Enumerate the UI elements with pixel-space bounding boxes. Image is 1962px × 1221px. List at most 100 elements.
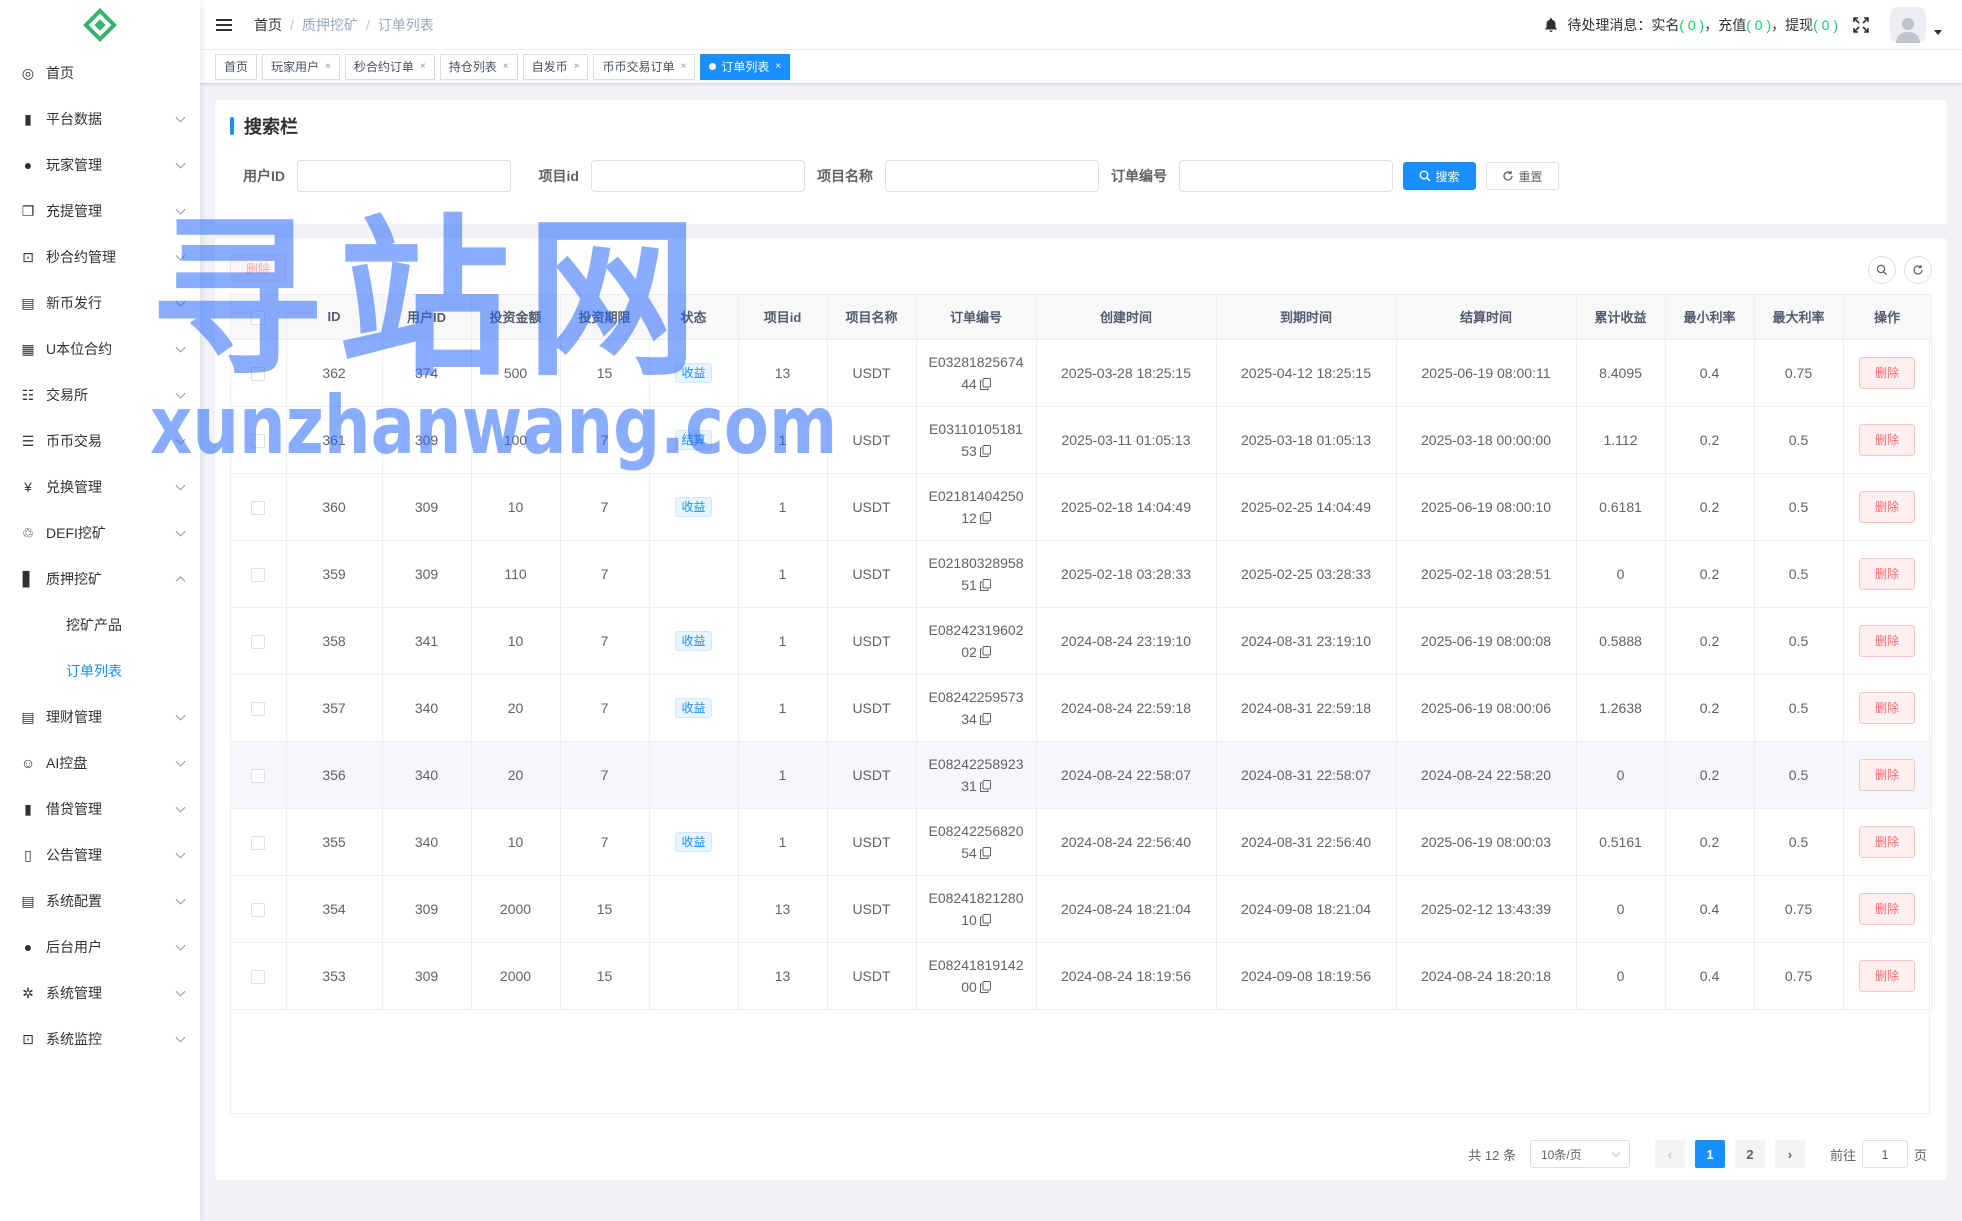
user-id-input[interactable] bbox=[297, 160, 511, 192]
prev-page-button[interactable]: ‹ bbox=[1654, 1140, 1685, 1168]
project-name-input[interactable] bbox=[885, 160, 1099, 192]
select-all-checkbox[interactable] bbox=[251, 310, 266, 325]
row-delete-button[interactable]: 删除 bbox=[1859, 423, 1915, 456]
sidebar-item-18[interactable]: ✲ 系统管理 bbox=[0, 970, 200, 1016]
sidebar-item-8[interactable]: ☰ 币币交易 bbox=[0, 418, 200, 464]
breadcrumb-home[interactable]: 首页 bbox=[254, 15, 282, 35]
row-delete-button[interactable]: 删除 bbox=[1859, 356, 1915, 389]
tab-5[interactable]: 币币交易订单 × bbox=[593, 53, 696, 80]
copy-icon[interactable] bbox=[979, 913, 991, 926]
copy-icon[interactable] bbox=[979, 444, 991, 457]
table-row[interactable]: 359 309 110 7 1 USDT E02180328958 51 2025-02-18 … bbox=[231, 540, 1932, 608]
hamburger-icon[interactable] bbox=[216, 16, 232, 34]
sidebar-item-9[interactable]: ¥ 兑换管理 bbox=[0, 464, 200, 510]
sidebar-item-13[interactable]: ☺ AI控盘 bbox=[0, 740, 200, 786]
row-checkbox[interactable] bbox=[251, 969, 266, 984]
refresh-table-button[interactable] bbox=[1904, 256, 1932, 284]
tab-3[interactable]: 持仓列表 × bbox=[439, 53, 518, 80]
row-checkbox[interactable] bbox=[251, 500, 266, 515]
sidebar-item-4[interactable]: ⊡ 秒合约管理 bbox=[0, 234, 200, 280]
goto-page-input[interactable] bbox=[1861, 1140, 1908, 1168]
sidebar-item-5[interactable]: ▤ 新币发行 bbox=[0, 280, 200, 326]
copy-icon[interactable] bbox=[979, 377, 991, 390]
sidebar-item-12[interactable]: ▤ 理财管理 bbox=[0, 694, 200, 740]
tab-1[interactable]: 玩家用户 × bbox=[262, 53, 340, 80]
page-2-button[interactable]: 2 bbox=[1734, 1140, 1765, 1168]
table-row[interactable]: 358 341 10 7 收益 1 USDT E08242319602 02 2024-08-24… bbox=[231, 607, 1932, 675]
row-delete-button[interactable]: 删除 bbox=[1859, 758, 1915, 791]
table-row[interactable]: 356 340 20 7 1 USDT E08242258923 31 2024-08-24 2… bbox=[231, 741, 1932, 809]
copy-icon[interactable] bbox=[979, 980, 991, 993]
fullscreen-icon[interactable] bbox=[1852, 16, 1870, 34]
sidebar-item-6[interactable]: ▦ U本位合约 bbox=[0, 326, 200, 372]
copy-icon[interactable] bbox=[979, 846, 991, 859]
copy-icon[interactable] bbox=[979, 779, 991, 792]
table-row[interactable]: 357 340 20 7 收益 1 USDT E08242259573 34 2024-08-24… bbox=[231, 674, 1932, 742]
sidebar-item-10[interactable]: ♲ DEFI挖矿 bbox=[0, 510, 200, 556]
bell-icon[interactable] bbox=[1543, 17, 1559, 33]
row-delete-button[interactable]: 删除 bbox=[1859, 825, 1915, 858]
batch-delete-button[interactable]: 删除 bbox=[230, 254, 286, 282]
row-checkbox[interactable] bbox=[251, 835, 266, 850]
row-delete-button[interactable]: 删除 bbox=[1859, 624, 1915, 657]
next-page-button[interactable]: › bbox=[1774, 1140, 1805, 1168]
row-delete-button[interactable]: 删除 bbox=[1859, 959, 1915, 992]
sidebar-item-17[interactable]: ● 后台用户 bbox=[0, 924, 200, 970]
tab-0[interactable]: 首页 bbox=[215, 53, 258, 80]
reset-button[interactable]: 重置 bbox=[1486, 162, 1559, 190]
row-checkbox[interactable] bbox=[251, 902, 266, 917]
row-checkbox[interactable] bbox=[251, 567, 266, 582]
order-no-input[interactable] bbox=[1179, 160, 1393, 192]
sidebar-item-14[interactable]: ▮ 借贷管理 bbox=[0, 786, 200, 832]
sidebar-item-0[interactable]: ◎ 首页 bbox=[0, 50, 200, 96]
table-row[interactable]: 355 340 10 7 收益 1 USDT E08242256820 54 2024-08-24… bbox=[231, 808, 1932, 876]
close-icon[interactable]: × bbox=[680, 55, 686, 79]
close-icon[interactable]: × bbox=[574, 55, 580, 79]
logo[interactable] bbox=[0, 0, 200, 50]
row-checkbox[interactable] bbox=[251, 634, 266, 649]
row-checkbox[interactable] bbox=[251, 768, 266, 783]
page-size-select[interactable]: 10条/页 bbox=[1529, 1140, 1630, 1168]
tab-4[interactable]: 自发币 × bbox=[522, 53, 589, 80]
sidebar-item-16[interactable]: ▤ 系统配置 bbox=[0, 878, 200, 924]
table-row[interactable]: 354 309 2000 15 13 USDT E08241821280 10 2024-08-… bbox=[231, 875, 1932, 943]
sidebar-item-7[interactable]: ☷ 交易所 bbox=[0, 372, 200, 418]
row-delete-button[interactable]: 删除 bbox=[1859, 892, 1915, 925]
row-checkbox[interactable] bbox=[251, 701, 266, 716]
table-row[interactable]: 361 309 100 7 结算 1 USDT E03110105181 53 2025-03-1… bbox=[231, 406, 1932, 474]
copy-icon[interactable] bbox=[979, 712, 991, 725]
row-delete-button[interactable]: 删除 bbox=[1859, 490, 1915, 523]
realname-link[interactable]: 实名 bbox=[1651, 15, 1679, 35]
withdraw-link[interactable]: 提现 bbox=[1785, 15, 1813, 35]
avatar[interactable] bbox=[1890, 7, 1926, 43]
table-row[interactable]: 360 309 10 7 收益 1 USDT E02181404250 12 2025-02-18… bbox=[231, 473, 1932, 541]
table-row[interactable]: 362 374 500 15 收益 13 USDT E03281825674 44 2025-03… bbox=[231, 339, 1932, 407]
project-id-input[interactable] bbox=[591, 160, 805, 192]
sidebar-item-1[interactable]: ▮ 平台数据 bbox=[0, 96, 200, 142]
row-delete-button[interactable]: 删除 bbox=[1859, 691, 1915, 724]
sidebar-subitem-0[interactable]: 挖矿产品 bbox=[0, 602, 200, 648]
sidebar-item-2[interactable]: ● 玩家管理 bbox=[0, 142, 200, 188]
copy-icon[interactable] bbox=[979, 645, 991, 658]
recharge-link[interactable]: 充值 bbox=[1718, 15, 1746, 35]
row-checkbox[interactable] bbox=[251, 366, 266, 381]
toggle-search-button[interactable] bbox=[1868, 256, 1896, 284]
table-row[interactable]: 353 309 2000 15 13 USDT E08241819142 00 2024-08-… bbox=[231, 942, 1932, 1010]
tab-2[interactable]: 秒合约订单 × bbox=[344, 53, 435, 80]
row-checkbox[interactable] bbox=[251, 433, 266, 448]
sidebar-item-15[interactable]: ▯ 公告管理 bbox=[0, 832, 200, 878]
search-button[interactable]: 搜索 bbox=[1403, 162, 1476, 190]
copy-icon[interactable] bbox=[979, 578, 991, 591]
page-1-button[interactable]: 1 bbox=[1694, 1140, 1725, 1168]
close-icon[interactable]: × bbox=[325, 55, 331, 79]
tab-6[interactable]: 订单列表 × bbox=[700, 53, 791, 80]
sidebar-item-11[interactable]: ▋ 质押挖矿 bbox=[0, 556, 200, 602]
sidebar-item-19[interactable]: ⊡ 系统监控 bbox=[0, 1016, 200, 1062]
close-icon[interactable]: × bbox=[420, 55, 426, 79]
sidebar-item-3[interactable]: ❐ 充提管理 bbox=[0, 188, 200, 234]
close-icon[interactable]: × bbox=[503, 55, 509, 79]
close-icon[interactable]: × bbox=[775, 55, 781, 79]
copy-icon[interactable] bbox=[979, 511, 991, 524]
row-delete-button[interactable]: 删除 bbox=[1859, 557, 1915, 590]
sidebar-subitem-1[interactable]: 订单列表 bbox=[0, 648, 200, 694]
